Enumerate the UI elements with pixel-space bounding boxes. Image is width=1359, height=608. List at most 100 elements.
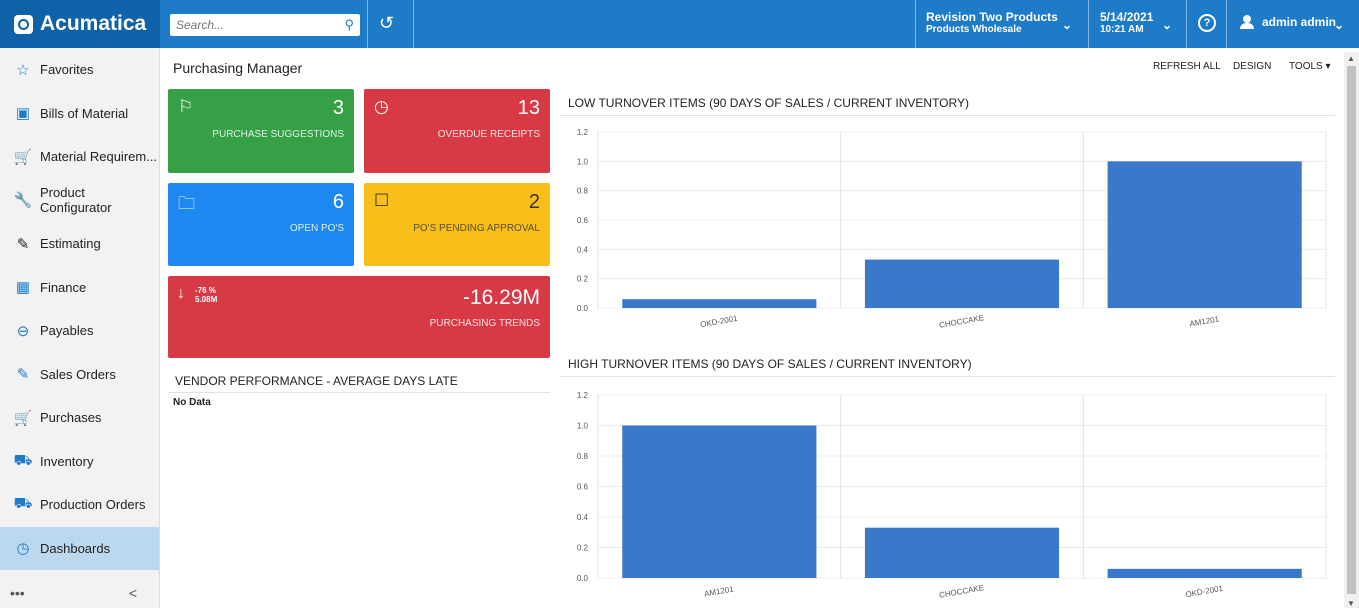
divider (1226, 0, 1227, 48)
tile-value: 3 (332, 97, 344, 119)
bar (864, 259, 1060, 308)
tile-label: PO'S PENDING APPROVAL (413, 223, 540, 234)
sidebar-item-sales-orders[interactable]: ✎ Sales Orders (0, 353, 159, 397)
refresh-all-button[interactable]: REFRESH ALL (1153, 61, 1221, 72)
sidebar-item-label: Finance (40, 279, 87, 295)
sidebar-item-bills-of-material[interactable]: ▣ Bills of Material (0, 92, 159, 136)
y-tick-label: 0.6 (577, 483, 589, 492)
y-tick-label: 0.4 (577, 245, 589, 254)
y-tick-label: 0.6 (577, 216, 589, 225)
y-tick-label: 0.8 (577, 187, 589, 196)
search-input[interactable] (170, 14, 330, 36)
wrench-icon: 🔧 (13, 192, 33, 210)
sidebar-item-label: Favorites (40, 62, 94, 78)
chevron-down-icon[interactable]: ⌄ (1162, 18, 1172, 32)
chart-title: HIGH TURNOVER ITEMS (90 DAYS OF SALES / … (568, 357, 972, 371)
tile-label: OPEN PO'S (289, 223, 344, 234)
y-tick-label: 0.2 (577, 544, 589, 553)
document-dollar-icon: ▣ (15, 105, 31, 123)
sidebar-item-label: Estimating (40, 236, 101, 252)
divider (168, 392, 550, 393)
help-icon[interactable]: ? (1198, 14, 1216, 32)
cart-icon: 🛒 (13, 409, 33, 427)
tile-label: OVERDUE RECEIPTS (437, 129, 540, 140)
sidebar-item-label: Payables (40, 323, 94, 339)
pencil-icon: ✎ (16, 235, 30, 253)
tile-label: PURCHASING TRENDS (429, 318, 540, 329)
sidebar-item-inventory[interactable]: ⛟ Inventory (0, 440, 159, 484)
tile-open-pos[interactable]: 🗀 6 OPEN PO'S (168, 183, 354, 266)
trend-detail: -76 % 5.08M (195, 286, 217, 304)
sidebar-item-material-requirements[interactable]: 🛒 Material Requirem... (0, 135, 159, 179)
sidebar-item-estimating[interactable]: ✎ Estimating (0, 222, 159, 266)
vendor-performance-title: VENDOR PERFORMANCE - AVERAGE DAYS LATE (175, 374, 458, 388)
high-turnover-chart: 0.0 0.2 0.4 0.6 0.8 1.0 1.2 AM1201 CHOCCAKE OKD-2… (577, 391, 1327, 600)
sidebar-item-label: Bills of Material (40, 105, 129, 121)
y-tick-label: 1.2 (577, 391, 589, 400)
sidebar-item-favorites[interactable]: ☆ Favorites (0, 48, 159, 92)
y-tick-label: 0.4 (577, 513, 589, 522)
sidebar-item-product-configurator[interactable]: 🔧 Product Configurator (0, 179, 159, 223)
bar (1107, 568, 1302, 578)
tile-label: PURCHASE SUGGESTIONS (212, 129, 344, 140)
tools-menu-button[interactable]: TOOLS ▾ (1289, 61, 1331, 72)
y-tick-label: 0.0 (577, 574, 589, 583)
y-tick-label: 1.0 (577, 157, 589, 166)
sidebar-item-label: Material Requirem... (40, 149, 158, 165)
x-tick-label: CHOCCAKE (938, 583, 984, 600)
page-title: Purchasing Manager (173, 60, 303, 76)
star-icon: ☆ (16, 61, 30, 79)
x-tick-label: AM1201 (703, 584, 734, 598)
sidebar-item-label: Inventory (40, 453, 94, 469)
sidebar-item-finance[interactable]: ▦ Finance (0, 266, 159, 310)
trend-previous: 5.08M (195, 295, 218, 304)
tile-pos-pending-approval[interactable]: ☐ 2 PO'S PENDING APPROVAL (364, 183, 550, 266)
more-icon[interactable]: ••• (10, 585, 25, 601)
minus-circle-icon: ⊖ (16, 322, 30, 340)
tile-value: 13 (517, 97, 540, 119)
sidebar-item-production-orders[interactable]: ⛟ Production Orders (0, 483, 159, 527)
y-tick-label: 0.2 (577, 275, 589, 284)
tile-purchase-suggestions[interactable]: ⚐ 3 PURCHASE SUGGESTIONS (168, 89, 354, 173)
x-tick-label: OKD-2001 (700, 314, 739, 330)
divider (413, 0, 414, 48)
tile-overdue-receipts[interactable]: ◷ 13 OVERDUE RECEIPTS (364, 89, 550, 173)
gauge-icon: ◷ (16, 540, 30, 558)
folder-icon: 🗀 (178, 194, 195, 213)
search-icon[interactable]: ⚲ (344, 17, 354, 33)
flag-icon: ⚐ (178, 97, 194, 116)
sidebar-item-purchases[interactable]: 🛒 Purchases (0, 396, 159, 440)
sidebar-item-dashboards[interactable]: ◷ Dashboards (0, 526, 159, 570)
top-bar: Acumatica ⚲ ↺ Revision Two Products Prod… (0, 0, 1359, 48)
history-icon[interactable]: ↺ (379, 13, 394, 34)
divider (1088, 0, 1089, 48)
clock-icon: ◷ (374, 97, 389, 116)
tile-purchasing-trends[interactable]: -16.29M PURCHASING TRENDS (168, 276, 550, 358)
divider (560, 115, 1335, 116)
chart-title: LOW TURNOVER ITEMS (90 DAYS OF SALES / C… (568, 96, 969, 110)
arrow-down-icon: ↓ (177, 285, 185, 302)
business-date-selector[interactable]: 5/14/2021 10:21 AM (1100, 10, 1153, 35)
scroll-down-icon[interactable]: ▼ (1347, 599, 1355, 608)
design-button[interactable]: DESIGN (1233, 61, 1271, 72)
sidebar-item-label: Sales Orders (40, 366, 116, 382)
search-box[interactable]: ⚲ (170, 14, 360, 36)
user-menu[interactable]: admin admin (1240, 15, 1336, 29)
app-logo[interactable]: Acumatica (0, 0, 160, 48)
low-turnover-chart: 0.0 0.2 0.4 0.6 0.8 1.0 1.2 OKD-2001 CHOCCAKE AM1… (577, 128, 1327, 330)
page-scrollbar[interactable]: ▲ ▼ (1344, 52, 1359, 608)
collapse-sidebar-icon[interactable]: < (129, 585, 137, 601)
y-tick-label: 0.8 (577, 452, 589, 461)
trend-percent: -76 % (195, 286, 216, 295)
cart-plus-icon: 🛒 (13, 148, 33, 166)
divider (1186, 0, 1187, 48)
chevron-down-icon[interactable]: ⌄ (1334, 18, 1344, 32)
chevron-down-icon[interactable]: ⌄ (1062, 18, 1072, 32)
x-tick-label: AM1201 (1189, 314, 1220, 328)
business-date: 5/14/2021 (1100, 10, 1154, 24)
bar (622, 299, 817, 308)
scrollbar-thumb[interactable] (1347, 66, 1356, 594)
scroll-up-icon[interactable]: ▲ (1347, 54, 1355, 63)
sidebar-item-payables[interactable]: ⊖ Payables (0, 309, 159, 353)
y-tick-label: 1.2 (577, 128, 589, 137)
